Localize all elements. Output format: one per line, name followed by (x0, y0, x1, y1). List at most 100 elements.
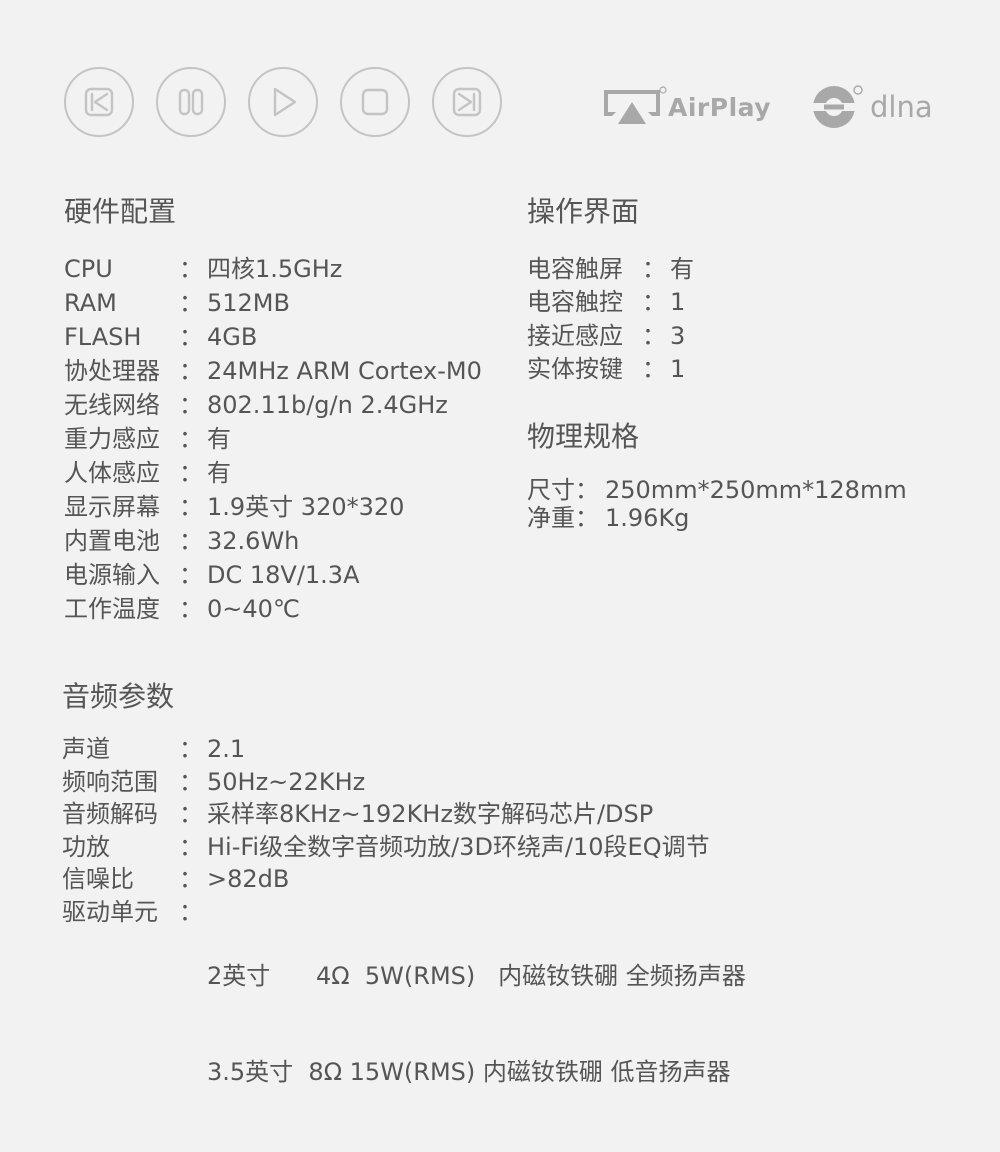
spec-label: 接近感应 (527, 321, 623, 350)
spec-label: FLASH (64, 323, 142, 351)
spec-separator: ： (642, 288, 666, 317)
spec-row: CPU ：四核1.5GHz (64, 252, 482, 286)
spec-row: 无线网络 ： 802.11b/g/n 2.4GHz (64, 388, 482, 422)
spec-label: 协处理器 (64, 357, 160, 385)
spec-value: 四核1.5GHz (207, 255, 343, 283)
spec-row: 人体感应 ：有 (64, 456, 482, 490)
spec-separator: ： (179, 561, 203, 589)
spec-label: 频响范围 (62, 767, 158, 796)
spec-row: 信噪比 ： >82dB (62, 863, 746, 896)
spec-label: 显示屏幕 (64, 493, 160, 521)
spec-value: 有 (207, 425, 231, 453)
spec-value: Hi-Fi级全数字音频功放/3D环绕声/10段EQ调节 (207, 832, 710, 861)
spec-separator: ： (179, 391, 203, 419)
spec-row: 电源输入 ： DC 18V/1.3A (64, 558, 482, 592)
spec-separator: ： (179, 527, 203, 555)
spec-label: 无线网络 (64, 391, 160, 419)
spec-row: 显示屏幕 ： 1.9英寸 320*320 (64, 490, 482, 524)
spec-value: 有 (207, 459, 231, 487)
spec-separator: ： (179, 357, 203, 385)
spec-separator: ： (179, 767, 203, 796)
spec-label: RAM (64, 289, 117, 317)
spec-separator: ： (179, 865, 203, 894)
spec-value: 有 (670, 255, 694, 283)
spec-row: FLASH ： 4GB (64, 320, 482, 354)
airplay-logo: AirPlay (600, 84, 771, 130)
spec-label: 人体感应 (64, 459, 160, 487)
spec-separator: ： (179, 255, 203, 283)
spec-label: 净重： (527, 504, 599, 532)
spec-separator: ： (179, 289, 203, 317)
spec-label: 电源输入 (64, 561, 160, 589)
spec-value: 1.96Kg (605, 504, 690, 532)
spec-separator: ： (179, 800, 203, 829)
spec-row: 电容触屏 ：有 (527, 253, 694, 286)
spec-value: 1 (670, 288, 686, 317)
spec-row: 实体按键 ： 1 (527, 353, 694, 386)
stop-icon (340, 67, 410, 137)
driver-values: 2英寸 4Ω 5W(RMS) 内磁钕铁硼 全频扬声器 3.5英寸 8Ω 15W(… (207, 896, 746, 1152)
spec-value: 2.1 (207, 735, 246, 763)
spec-row: 协处理器 ： 24MHz ARM Cortex-M0 (64, 354, 482, 388)
spec-value: 1 (670, 354, 686, 383)
dlna-icon (813, 85, 863, 128)
spec-row-driver: 驱动单元 ： 2英寸 4Ω 5W(RMS) 内磁钕铁硼 全频扬声器 3.5英寸 … (62, 896, 746, 1086)
spec-row: 净重： 1.96Kg (527, 504, 907, 532)
airplay-text: AirPlay (668, 92, 772, 122)
hardware-spec-list: CPU：四核1.5GHz RAM： 512MB FLASH： 4GB 协处理器： 24… (64, 252, 482, 626)
interface-spec-list: 电容触屏：有 电容触控： 1 接近感应： 3 实体按键： 1 (527, 253, 694, 386)
spec-label: 功放 (62, 832, 110, 861)
audio-spec-list: 声道： 2.1 频响范围： 50Hz~22KHz 音频解码：采样率8KHz~192K… (62, 733, 746, 1086)
spec-row: 内置电池 ： 32.6Wh (64, 524, 482, 558)
interface-title: 操作界面 (527, 195, 640, 228)
spec-value: 512MB (207, 289, 290, 317)
physical-spec-list: 尺寸： 250mm*250mm*128mm 净重： 1.96Kg (527, 476, 907, 532)
spec-separator: ： (642, 255, 666, 283)
spec-value: 32.6Wh (207, 527, 300, 555)
spec-label: 内置电池 (64, 527, 160, 555)
spec-value: 1.9英寸 320*320 (207, 493, 405, 521)
spec-row: 音频解码 ：采样率8KHz~192KHz数字解码芯片/DSP (62, 798, 746, 831)
spec-separator: ： (179, 425, 203, 453)
spec-separator: ： (179, 735, 203, 763)
spec-label: CPU (64, 255, 113, 283)
spec-row: 工作温度 ： 0~40℃ (64, 592, 482, 626)
spec-row: 频响范围 ： 50Hz~22KHz (62, 766, 746, 799)
dlna-text: dlna (870, 90, 933, 124)
airplay-icon (604, 86, 667, 124)
spec-value: 采样率8KHz~192KHz数字解码芯片/DSP (207, 800, 654, 829)
spec-value: 250mm*250mm*128mm (605, 476, 907, 504)
dlna-logo: dlna (812, 84, 933, 130)
pause-icon (156, 67, 226, 137)
spec-separator: ： (179, 595, 203, 623)
spec-label: 音频解码 (62, 800, 158, 829)
hardware-title: 硬件配置 (64, 195, 177, 228)
skip-next-icon (432, 67, 502, 137)
spec-label: 实体按键 (527, 354, 623, 383)
spec-row: RAM ： 512MB (64, 286, 482, 320)
spec-row: 声道 ： 2.1 (62, 733, 746, 766)
physical-title: 物理规格 (527, 420, 640, 453)
spec-value: >82dB (207, 865, 290, 894)
spec-value: 24MHz ARM Cortex-M0 (207, 357, 482, 385)
spec-value: 4GB (207, 323, 258, 351)
spec-separator: ： (179, 897, 203, 926)
driver-line-full-range: 2英寸 4Ω 5W(RMS) 内磁钕铁硼 全频扬声器 (207, 961, 746, 990)
spec-label: 尺寸： (527, 476, 599, 504)
play-icon (248, 67, 318, 137)
spec-separator: ： (642, 354, 666, 383)
spec-separator: ： (179, 459, 203, 487)
spec-label: 电容触控 (527, 288, 623, 317)
spec-value: 3 (670, 321, 686, 350)
spec-label: 信噪比 (62, 865, 134, 894)
spec-separator: ： (642, 321, 666, 350)
audio-title: 音频参数 (62, 680, 175, 713)
spec-row: 功放 ： Hi-Fi级全数字音频功放/3D环绕声/10段EQ调节 (62, 831, 746, 864)
spec-value: 0~40℃ (207, 595, 300, 623)
spec-value: 50Hz~22KHz (207, 767, 366, 796)
spec-label: 声道 (62, 735, 110, 763)
spec-separator: ： (179, 832, 203, 861)
spec-value: DC 18V/1.3A (207, 561, 360, 589)
spec-label: 电容触屏 (527, 255, 623, 283)
spec-label: 重力感应 (64, 425, 160, 453)
